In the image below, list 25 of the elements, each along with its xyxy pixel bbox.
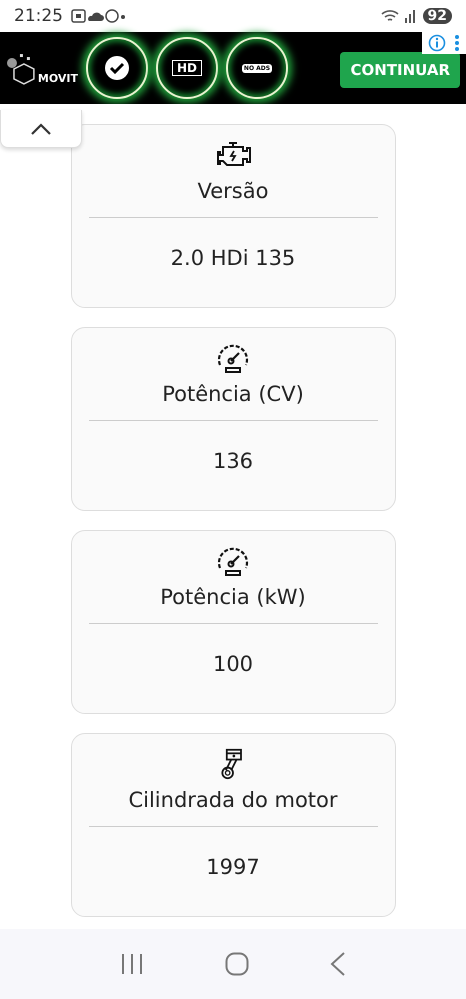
check-badge-icon — [104, 55, 130, 81]
collapse-button[interactable] — [0, 110, 82, 148]
spec-value: 136 — [212, 449, 254, 473]
spec-value: 2.0 HDi 135 — [170, 246, 296, 270]
signal-icon — [380, 8, 415, 24]
spec-value: 100 — [212, 652, 254, 676]
notification-icons — [71, 8, 125, 24]
spec-value: 1997 — [206, 855, 260, 879]
home-icon[interactable] — [224, 952, 249, 976]
speedometer-icon — [215, 545, 251, 577]
spec-title: Versão — [198, 179, 268, 203]
chevron-up-icon — [30, 122, 52, 134]
back-icon[interactable] — [330, 951, 346, 977]
battery-level: 92 — [422, 8, 452, 24]
more-icon[interactable] — [454, 34, 460, 52]
status-time: 21:25 — [14, 6, 63, 26]
brand-name: MOVIT — [38, 72, 78, 85]
recent-apps-icon[interactable] — [120, 953, 144, 975]
hd-label: HD — [172, 60, 202, 76]
info-icon[interactable] — [428, 34, 446, 52]
spec-title: Cilindrada do motor — [128, 788, 338, 812]
continue-button[interactable]: CONTINUAR — [340, 52, 460, 88]
spec-title: Potência (CV) — [162, 382, 304, 406]
speedometer-icon — [215, 342, 251, 374]
spec-title: Potência (kW) — [160, 585, 306, 609]
